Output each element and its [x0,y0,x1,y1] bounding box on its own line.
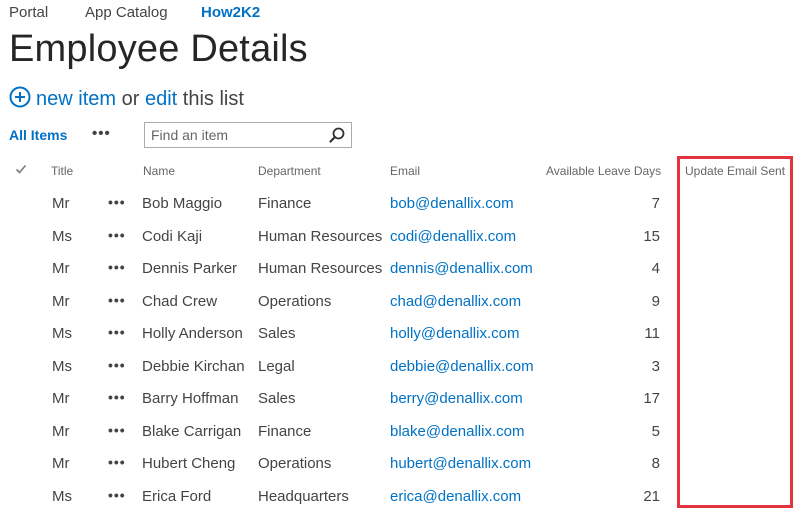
plus-circle-icon[interactable] [9,86,31,114]
cell-email-link[interactable]: holly@denallix.com [390,325,519,342]
cell-department: Legal [258,357,295,375]
table-row[interactable]: Mr ••• Chad Crew Operations chad@denalli… [0,285,800,318]
row-menu-ellipsis-icon[interactable]: ••• [108,487,126,503]
cell-department: Finance [258,195,312,212]
row-menu-ellipsis-icon[interactable]: ••• [108,292,126,308]
cell-department: Finance [258,422,312,440]
column-header-department[interactable]: Department [258,164,321,178]
cell-department: Human Resources [258,260,383,277]
table-row[interactable]: Mr ••• Hubert Cheng Operations hubert@de… [0,447,800,480]
cell-name: Chad Crew [142,292,218,310]
column-header-title[interactable]: Title [51,164,73,178]
cell-name: Erica Ford [142,487,212,505]
or-text: or [121,88,140,110]
cell-title: Mr [52,260,70,277]
this-list-text: this list [182,88,244,110]
cell-email-link[interactable]: dennis@denallix.com [390,260,533,277]
cell-department: Sales [258,325,296,342]
cell-name: Codi Kaji [142,227,203,245]
row-menu-ellipsis-icon[interactable]: ••• [108,422,126,438]
cell-title: Ms [52,227,72,245]
cell-email-link[interactable]: debbie@denallix.com [390,358,534,375]
row-menu-ellipsis-icon[interactable]: ••• [108,324,126,340]
cell-department: Operations [258,292,332,310]
cell-leave-days: 11 [644,325,660,342]
table-row[interactable]: Mr ••• Dennis Parker Human Resources den… [0,252,800,285]
search-icon[interactable] [329,127,345,148]
cell-email-link[interactable]: erica@denallix.com [390,488,521,505]
column-header-email[interactable]: Email [390,164,420,178]
cell-name: Bob Maggio [142,195,223,212]
cell-leave-days: 17 [643,390,660,407]
cell-name: Hubert Cheng [142,455,236,472]
new-item-bar: new item or edit this list [9,86,244,114]
table-row[interactable]: Mr ••• Barry Hoffman Sales berry@denalli… [0,382,800,415]
cell-leave-days: 3 [651,357,660,375]
view-more-button[interactable]: ••• [92,125,111,142]
cell-title: Mr [52,195,70,212]
cell-name: Debbie Kirchan [142,357,245,375]
row-menu-ellipsis-icon[interactable]: ••• [108,259,126,275]
nav-link-how2k2[interactable]: How2K2 [201,4,260,21]
table-row[interactable]: Ms ••• Holly Anderson Sales holly@denall… [0,317,800,350]
cell-email-link[interactable]: chad@denallix.com [390,293,521,310]
row-menu-ellipsis-icon[interactable]: ••• [108,227,126,243]
cell-leave-days: 7 [651,195,660,212]
cell-leave-days: 5 [651,422,660,440]
cell-leave-days: 9 [651,292,660,310]
cell-title: Mr [52,455,70,472]
cell-email-link[interactable]: blake@denallix.com [390,423,524,440]
select-all-checkmark-icon[interactable] [15,162,27,180]
cell-leave-days: 21 [643,487,660,505]
cell-email-link[interactable]: hubert@denallix.com [390,455,531,472]
cell-email-link[interactable]: berry@denallix.com [390,390,523,407]
search-input[interactable] [151,127,321,143]
cell-name: Holly Anderson [142,325,243,342]
table-row[interactable]: Ms ••• Debbie Kirchan Legal debbie@denal… [0,350,800,383]
row-menu-ellipsis-icon[interactable]: ••• [108,454,126,470]
cell-department: Operations [258,455,332,472]
column-header-leave-days[interactable]: Available Leave Days [546,164,661,178]
table-row[interactable]: Mr ••• Blake Carrigan Finance blake@dena… [0,415,800,448]
cell-title: Mr [52,292,70,310]
cell-name: Barry Hoffman [142,390,239,407]
table-row[interactable]: Mr ••• Bob Maggio Finance bob@denallix.c… [0,187,800,220]
cell-title: Mr [52,390,70,407]
row-menu-ellipsis-icon[interactable]: ••• [108,194,126,210]
cell-title: Ms [52,357,72,375]
nav-link-portal[interactable]: Portal [9,4,48,21]
table-row[interactable]: Ms ••• Codi Kaji Human Resources codi@de… [0,220,800,253]
page-title: Employee Details [9,28,308,70]
cell-name: Dennis Parker [142,260,238,277]
column-header-name[interactable]: Name [143,164,175,178]
cell-department: Human Resources [258,227,383,245]
cell-leave-days: 4 [651,260,660,277]
cell-email-link[interactable]: codi@denallix.com [390,228,516,245]
cell-leave-days: 15 [643,227,660,245]
view-all-items[interactable]: All Items [9,127,67,143]
cell-department: Sales [258,390,296,407]
edit-list-link[interactable]: edit [145,88,177,110]
column-header-update-email-sent[interactable]: Update Email Sent [685,164,785,178]
list-rows: Mr ••• Bob Maggio Finance bob@denallix.c… [0,187,800,512]
cell-title: Ms [52,325,72,342]
cell-leave-days: 8 [651,455,660,472]
nav-link-app-catalog[interactable]: App Catalog [85,4,168,21]
cell-name: Blake Carrigan [142,422,242,440]
new-item-link[interactable]: new item [36,88,116,110]
cell-email-link[interactable]: bob@denallix.com [390,195,514,212]
row-menu-ellipsis-icon[interactable]: ••• [108,389,126,405]
row-menu-ellipsis-icon[interactable]: ••• [108,357,126,373]
search-box [144,122,352,148]
cell-department: Headquarters [258,487,349,505]
cell-title: Ms [52,487,72,505]
table-row[interactable]: Ms ••• Erica Ford Headquarters erica@den… [0,480,800,513]
cell-title: Mr [52,422,70,440]
